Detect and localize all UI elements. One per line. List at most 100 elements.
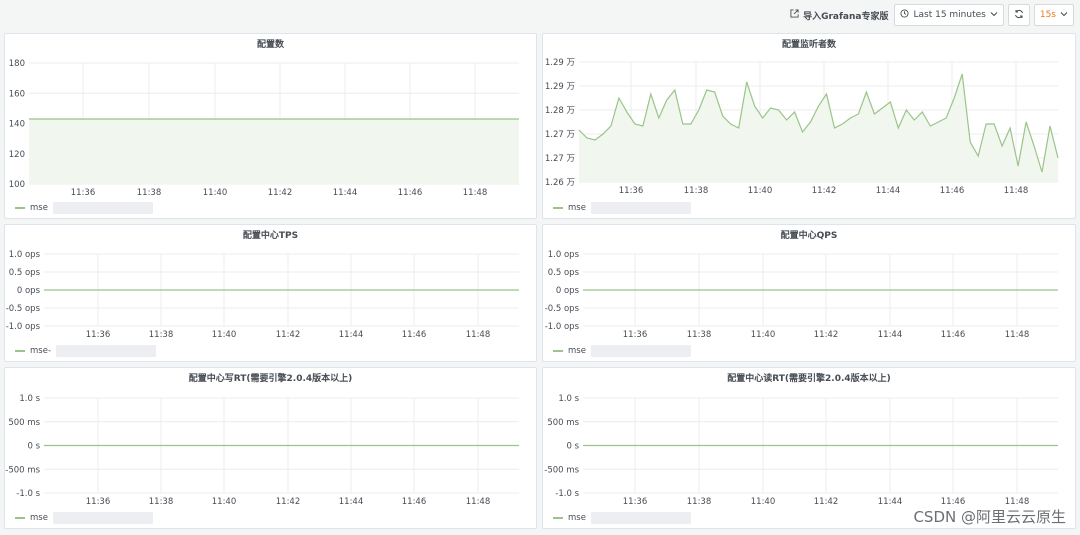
x-tick-label: 11:46 <box>402 330 427 340</box>
x-tick-label: 11:46 <box>398 188 423 198</box>
refresh-interval-label: 15s <box>1039 10 1056 20</box>
y-tick-label: 0 s <box>27 442 40 452</box>
chart-config-qps: 1.0 ops 0.5 ops 0 ops -0.5 ops -1.0 ops 11:36… <box>545 250 1058 340</box>
watermark: CSDN @阿里云云原生 <box>913 508 1066 526</box>
legend-label: mse <box>568 513 586 523</box>
x-tick-label: 11:48 <box>1005 330 1030 340</box>
legend[interactable]: mse <box>553 345 691 357</box>
panel-config-listeners: 配置监听者数 1.29 万 1.29 万 1.28 万 1.27 万 1.27 万 1.2… <box>542 33 1076 219</box>
import-grafana-button[interactable]: 导入Grafana专家版 <box>788 5 890 25</box>
legend-swatch <box>553 517 563 519</box>
y-tick-label: 0 ops <box>17 286 41 296</box>
x-tick-label: 11:44 <box>878 497 903 507</box>
panel-config-qps: 配置中心QPS 1.0 ops 0.5 ops 0 ops -0.5 ops -1.0 … <box>542 224 1076 362</box>
y-tick-label: -1.0 s <box>16 489 40 499</box>
x-tick-label: 11:42 <box>276 497 301 507</box>
x-tick-label: 11:38 <box>137 188 162 198</box>
x-tick-label: 11:36 <box>86 330 111 340</box>
x-tick-label: 11:36 <box>623 330 648 340</box>
y-tick-label: 1.0 s <box>19 394 40 404</box>
x-tick-label: 11:46 <box>940 186 965 196</box>
y-tick-label: 160 <box>9 89 25 99</box>
x-tick-label: 11:48 <box>463 188 488 198</box>
legend[interactable]: mse- <box>15 345 157 357</box>
x-tick-label: 11:36 <box>86 497 111 507</box>
x-tick-label: 11:40 <box>751 497 776 507</box>
x-tick-label: 11:40 <box>751 330 776 340</box>
y-tick-label: -1.0 ops <box>545 322 580 332</box>
legend-swatch <box>15 517 25 519</box>
x-tick-label: 11:48 <box>466 330 491 340</box>
chart-config-listeners: 1.29 万 1.29 万 1.28 万 1.27 万 1.27 万 1.26 万 11:3… <box>545 58 1059 196</box>
legend-redaction <box>590 512 691 524</box>
y-tick-label: 1.27 万 <box>545 154 575 164</box>
legend[interactable]: mse <box>15 512 153 524</box>
refresh-icon <box>1014 9 1024 22</box>
y-tick-label: 0 ops <box>556 286 580 296</box>
y-tick-label: -0.5 ops <box>545 304 580 314</box>
panel-config-write-rt: 配置中心写RT(需要引擎2.0.4版本以上) 1.0 s 500 ms 0 s -50… <box>4 367 537 529</box>
x-tick-label: 11:44 <box>333 188 358 198</box>
y-tick-label: 1.29 万 <box>545 58 575 68</box>
y-tick-label: -0.5 ops <box>6 304 41 314</box>
x-tick-label: 11:36 <box>619 186 644 196</box>
x-tick-label: 11:48 <box>466 497 491 507</box>
series-area <box>579 74 1058 182</box>
x-tick-label: 11:44 <box>339 330 364 340</box>
chart-config-tps: 1.0 ops 0.5 ops 0 ops -0.5 ops -1.0 ops 11:36… <box>6 250 519 340</box>
x-tick-label: 11:38 <box>687 330 712 340</box>
y-tick-label: 0.5 ops <box>548 268 580 278</box>
x-tick-label: 11:42 <box>814 330 839 340</box>
x-tick-label: 11:46 <box>402 497 427 507</box>
panel-config-read-rt: 配置中心读RT(需要引擎2.0.4版本以上) 1.0 s 500 ms 0 s -50… <box>542 367 1076 529</box>
y-tick-label: 1.27 万 <box>545 130 575 140</box>
legend-redaction <box>52 512 153 524</box>
time-range-label: Last 15 minutes <box>913 10 986 20</box>
legend-redaction <box>590 345 691 357</box>
y-tick-label: 500 ms <box>8 418 40 428</box>
legend-label: mse <box>568 203 586 213</box>
x-tick-label: 11:42 <box>276 330 301 340</box>
legend-label: mse <box>30 203 48 213</box>
clock-icon <box>900 9 910 21</box>
y-tick-label: 1.0 ops <box>548 250 580 260</box>
panel-config-count: 配置数 180 160 140 120 100 11:36 11:38 11:40 11:42 1… <box>4 33 537 219</box>
y-tick-label: 1.26 万 <box>545 178 575 188</box>
y-tick-label: 1.0 ops <box>9 250 41 260</box>
y-tick-label: 1.28 万 <box>545 106 575 116</box>
legend-label: mse <box>568 346 586 356</box>
y-tick-label: 1.0 s <box>558 394 579 404</box>
import-grafana-label: 导入Grafana专家版 <box>803 11 889 22</box>
x-tick-label: 11:38 <box>149 330 174 340</box>
legend-swatch <box>15 350 25 352</box>
chevron-down-icon <box>990 10 998 21</box>
legend-label: mse <box>30 513 48 523</box>
time-range-picker[interactable]: Last 15 minutes <box>894 4 1004 26</box>
legend[interactable]: mse <box>15 202 153 214</box>
legend[interactable]: mse <box>553 202 691 214</box>
y-tick-label: 500 ms <box>547 418 579 428</box>
legend-redaction <box>56 345 157 357</box>
x-tick-label: 11:42 <box>814 497 839 507</box>
y-tick-label: -1.0 s <box>555 489 579 499</box>
x-tick-label: 11:44 <box>876 186 901 196</box>
x-tick-label: 11:42 <box>268 188 293 198</box>
legend-redaction <box>590 202 691 214</box>
x-tick-label: 11:40 <box>212 497 237 507</box>
x-tick-label: 11:40 <box>212 330 237 340</box>
x-tick-label: 11:36 <box>71 188 96 198</box>
legend-swatch <box>553 350 563 352</box>
legend-swatch <box>15 207 25 209</box>
refresh-interval-picker[interactable]: 15s <box>1033 4 1074 26</box>
refresh-button[interactable] <box>1007 4 1030 26</box>
legend-redaction <box>52 202 153 214</box>
chevron-down-icon <box>1060 10 1068 21</box>
y-tick-label: 0 s <box>566 442 579 452</box>
y-tick-label: -500 ms <box>5 465 40 475</box>
y-tick-label: -1.0 ops <box>6 322 41 332</box>
y-tick-label: -500 ms <box>544 465 579 475</box>
legend[interactable]: mse <box>553 512 691 524</box>
legend-swatch <box>553 207 563 209</box>
x-tick-label: 11:44 <box>878 330 903 340</box>
series-area <box>29 119 519 184</box>
